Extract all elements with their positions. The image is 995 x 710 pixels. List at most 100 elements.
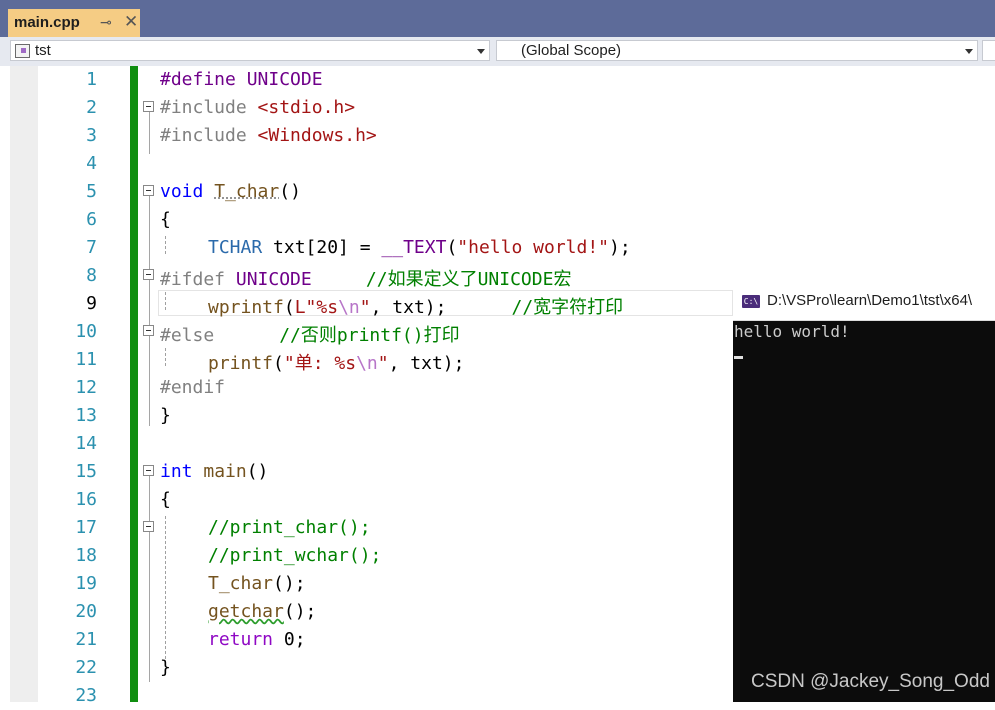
code-line[interactable]: 1 #define UNICODE	[0, 66, 995, 94]
token: , txt);	[370, 297, 447, 318]
code-text[interactable]: printf("单: %s\n", txt);	[208, 349, 464, 375]
line-number: 14	[75, 433, 97, 454]
watermark: CSDN @Jackey_Song_Odd	[751, 671, 990, 692]
line-number: 13	[75, 405, 97, 426]
token: ()	[279, 181, 301, 202]
collapse-icon[interactable]	[143, 185, 154, 196]
token: #endif	[160, 377, 226, 398]
collapse-icon[interactable]	[143, 325, 154, 336]
token: );	[609, 237, 631, 258]
token: L"%s	[294, 297, 339, 318]
token: TCHAR	[208, 237, 263, 258]
line-number: 9	[86, 293, 97, 314]
collapse-icon[interactable]	[143, 521, 154, 532]
token: wprintf	[208, 297, 284, 318]
token: UNICODE	[235, 269, 312, 290]
code-text[interactable]: //print_char();	[208, 517, 371, 538]
code-text[interactable]: }	[160, 657, 171, 678]
token: #include	[160, 125, 258, 146]
code-text[interactable]: void T_char()	[160, 181, 301, 202]
token: T_char	[214, 181, 280, 202]
line-number: 12	[75, 377, 97, 398]
code-text[interactable]: #include <Windows.h>	[160, 125, 377, 146]
token: main	[203, 461, 247, 482]
close-icon[interactable]: ✕	[124, 12, 138, 32]
token: //print_wchar();	[208, 545, 382, 566]
code-text[interactable]: {	[160, 489, 171, 510]
token: "hello world!"	[457, 237, 609, 258]
navigation-bar: tst (Global Scope)	[0, 37, 995, 67]
pin-icon[interactable]: ⊸	[100, 14, 112, 31]
code-text[interactable]: #else //否则printf()打印	[160, 321, 460, 347]
line-number: 21	[75, 629, 97, 650]
code-text[interactable]: }	[160, 405, 171, 426]
token: //如果定义了UNICODE宏	[365, 269, 572, 290]
token: 0;	[273, 629, 306, 650]
token: ();	[283, 601, 317, 622]
collapse-icon[interactable]	[143, 465, 154, 476]
line-number: 8	[86, 265, 97, 286]
code-line[interactable]: 4	[0, 150, 995, 178]
code-line[interactable]: 3 #include <Windows.h>	[0, 122, 995, 150]
member-dropdown[interactable]	[982, 40, 995, 61]
token: , txt);	[388, 353, 465, 374]
line-number: 20	[75, 601, 97, 622]
line-number: 19	[75, 573, 97, 594]
line-number: 22	[75, 657, 97, 678]
chevron-down-icon[interactable]	[965, 49, 973, 54]
code-line[interactable]: 6 {	[0, 206, 995, 234]
code-text[interactable]: return 0;	[208, 629, 306, 650]
console-title-bar[interactable]: C:\ D:\VSPro\learn\Demo1\tst\x64\	[733, 283, 995, 321]
token: #define	[160, 69, 247, 90]
token: UNICODE	[246, 69, 323, 90]
line-number: 5	[86, 181, 97, 202]
code-line[interactable]: 2 #include <stdio.h>	[0, 94, 995, 122]
code-text[interactable]: #define UNICODE	[160, 69, 323, 90]
line-number: 7	[86, 237, 97, 258]
code-text[interactable]: int main()	[160, 461, 268, 482]
code-text[interactable]: #ifdef UNICODE //如果定义了UNICODE宏	[160, 265, 571, 291]
code-text[interactable]: //print_wchar();	[208, 545, 381, 566]
tab-main-cpp[interactable]: main.cpp ⊸ ✕	[8, 9, 140, 37]
chevron-down-icon[interactable]	[477, 49, 485, 54]
line-number: 6	[86, 209, 97, 230]
token: T_char	[208, 573, 274, 594]
tab-title[interactable]: main.cpp	[14, 14, 80, 31]
console-window[interactable]: C:\ D:\VSPro\learn\Demo1\tst\x64\ hello …	[733, 283, 995, 702]
code-text[interactable]: {	[160, 209, 171, 230]
code-text[interactable]: #endif	[160, 377, 225, 398]
token: "	[359, 297, 371, 318]
token: __TEXT	[381, 237, 447, 258]
collapse-icon[interactable]	[143, 269, 154, 280]
code-text[interactable]: wprintf(L"%s\n", txt); //宽字符打印	[208, 293, 623, 319]
token: #include	[160, 97, 258, 118]
line-number: 4	[86, 153, 97, 174]
token: {	[160, 489, 171, 510]
code-line[interactable]: 7 TCHAR txt[20] = __TEXT("hello world!")…	[0, 234, 995, 262]
console-cursor	[734, 356, 743, 359]
scope-dropdown[interactable]: (Global Scope)	[496, 40, 978, 61]
token: <Windows.h>	[257, 125, 377, 146]
code-line[interactable]: 5 void T_char()	[0, 178, 995, 206]
line-number: 1	[86, 69, 97, 90]
code-text[interactable]: T_char();	[208, 573, 306, 594]
line-number: 10	[75, 321, 97, 342]
code-text[interactable]: #include <stdio.h>	[160, 97, 355, 118]
line-number: 16	[75, 489, 97, 510]
project-icon	[15, 44, 30, 58]
token: //print_char();	[208, 517, 371, 538]
code-text[interactable]: TCHAR txt[20] = __TEXT("hello world!");	[208, 237, 631, 258]
collapse-icon[interactable]	[143, 101, 154, 112]
token: printf	[208, 353, 274, 374]
token: txt[20] =	[262, 237, 382, 258]
project-dropdown[interactable]: tst	[10, 40, 490, 61]
line-number: 18	[75, 545, 97, 566]
token: (	[283, 297, 295, 318]
console-title: D:\VSPro\learn\Demo1\tst\x64\	[767, 292, 973, 309]
line-number: 3	[86, 125, 97, 146]
code-text[interactable]: getchar();	[208, 601, 316, 622]
